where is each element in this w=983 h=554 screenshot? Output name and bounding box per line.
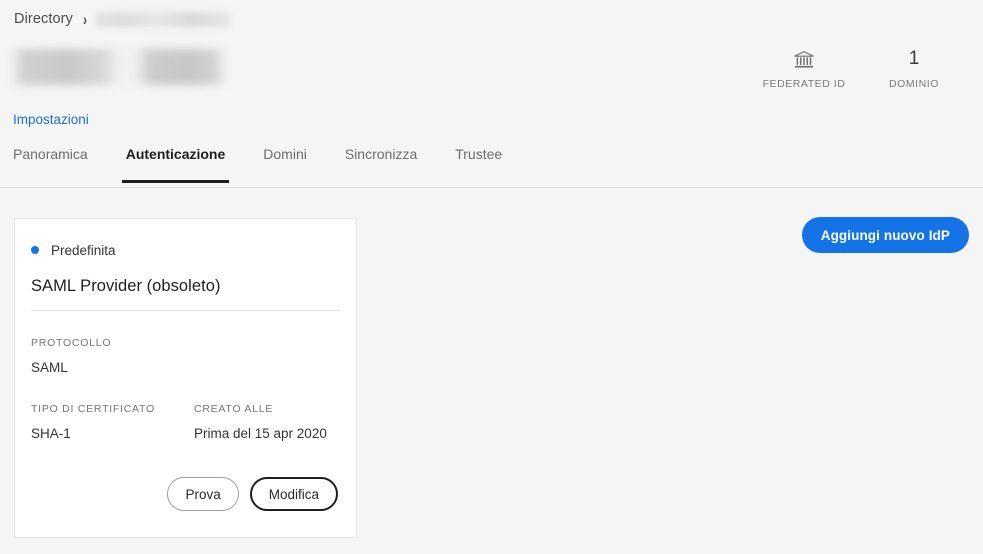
bank-institution-icon (749, 46, 859, 72)
breadcrumb: Directory › (14, 8, 231, 30)
field-label-protocol: PROTOCOLLO (31, 337, 112, 349)
tab-bar: Panoramica Autenticazione Domini Sincron… (0, 140, 983, 188)
default-badge-label: Predefinita (51, 242, 116, 258)
field-created-at: CREATO ALLE Prima del 15 apr 2020 (194, 403, 327, 441)
card-actions: Prova Modifica (31, 477, 340, 511)
stat-value-domain-count: 1 (908, 48, 920, 69)
settings-link[interactable]: Impostazioni (13, 112, 89, 127)
field-value-certificate-type: SHA-1 (31, 426, 71, 441)
breadcrumb-item-directory[interactable]: Directory (14, 11, 73, 27)
field-row-certificate: TIPO DI CERTIFICATO SHA-1 CREATO ALLE Pr… (31, 403, 340, 441)
tab-panoramica[interactable]: Panoramica (13, 140, 88, 162)
field-value-created-at: Prima del 15 apr 2020 (194, 426, 327, 441)
field-label-created-at: CREATO ALLE (194, 403, 274, 415)
idp-card: Predefinita SAML Provider (obsoleto) PRO… (14, 218, 357, 538)
idp-name: SAML Provider (obsoleto) (31, 277, 221, 295)
stat-federated-id: FEDERATED ID (749, 46, 859, 90)
card-divider (31, 310, 340, 311)
header-stats: FEDERATED ID 1 DOMINIO (749, 46, 969, 90)
add-new-idp-button[interactable]: Aggiungi nuovo IdP (801, 217, 969, 253)
default-dot-icon (31, 246, 39, 254)
field-certificate-type: TIPO DI CERTIFICATO SHA-1 (31, 403, 194, 441)
chevron-right-icon: › (82, 9, 88, 29)
page-title (10, 49, 226, 85)
tab-domini[interactable]: Domini (263, 140, 307, 162)
stat-label-domain: DOMINIO (889, 78, 939, 90)
test-button[interactable]: Prova (167, 477, 239, 511)
stat-domain-count: 1 DOMINIO (859, 46, 969, 90)
field-protocol: PROTOCOLLO SAML (31, 337, 340, 375)
edit-button[interactable]: Modifica (249, 477, 338, 511)
stat-label-federated-id: FEDERATED ID (762, 78, 846, 90)
breadcrumb-item-redacted[interactable] (96, 11, 231, 27)
field-value-protocol: SAML (31, 360, 68, 375)
tab-sincronizza[interactable]: Sincronizza (345, 140, 417, 162)
default-badge: Predefinita (31, 241, 340, 259)
field-label-certificate-type: TIPO DI CERTIFICATO (31, 403, 155, 415)
tab-autenticazione[interactable]: Autenticazione (121, 140, 229, 183)
tab-trustee[interactable]: Trustee (455, 140, 502, 162)
